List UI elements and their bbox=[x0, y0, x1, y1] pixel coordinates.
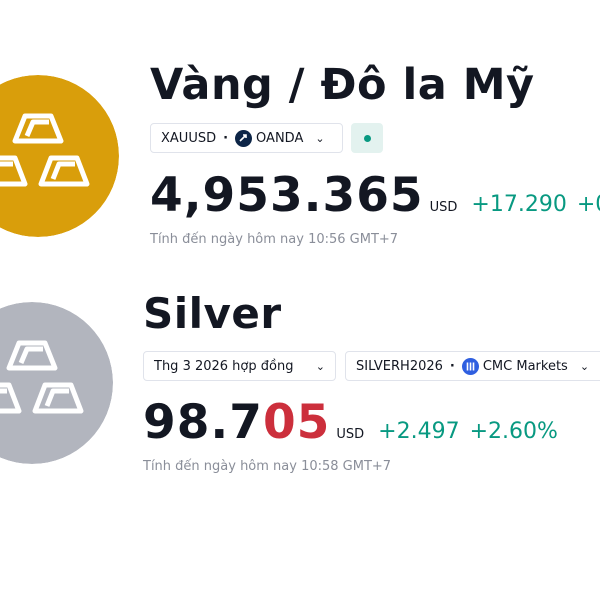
silver-symbol: SILVERH2026 bbox=[356, 358, 443, 374]
cmc-markets-provider-icon bbox=[461, 357, 479, 375]
silver-price-row: 98.705 USD +2.497 +2.60% bbox=[143, 395, 558, 450]
gold-updated-time: Tính đến ngày hôm nay 10:56 GMT+7 bbox=[150, 232, 399, 247]
gold-symbol: XAUUSD bbox=[161, 130, 217, 146]
gold-price-main: 4,953.365 bbox=[150, 168, 424, 223]
separator-dot-icon: · bbox=[223, 130, 229, 146]
silver-currency: USD bbox=[336, 427, 365, 442]
market-status-indicator[interactable] bbox=[351, 123, 383, 153]
gold-logo-icon bbox=[0, 75, 119, 237]
market-open-dot-icon bbox=[363, 134, 371, 142]
silver-provider: CMC Markets bbox=[482, 358, 568, 374]
gold-change-pct: +0.35% bbox=[576, 192, 600, 217]
gold-currency: USD bbox=[429, 200, 458, 215]
silver-contract-selector[interactable]: Thg 3 2026 hợp đồng ⌄ bbox=[143, 351, 336, 381]
silver-title: Silver bbox=[143, 289, 282, 338]
silver-change-abs: +2.497 bbox=[378, 419, 460, 444]
gold-price: 4,953.365 bbox=[150, 168, 424, 223]
silver-contract: Thg 3 2026 hợp đồng bbox=[154, 358, 294, 374]
silver-price: 98.705 bbox=[143, 395, 330, 450]
silver-logo-icon bbox=[0, 302, 113, 464]
gold-change-abs: +17.290 bbox=[471, 192, 567, 217]
silver-updated-time: Tính đến ngày hôm nay 10:58 GMT+7 bbox=[143, 459, 392, 474]
silver-change-pct: +2.60% bbox=[469, 419, 558, 444]
gold-symbol-selector[interactable]: XAUUSD · OANDA ⌄ bbox=[150, 123, 343, 153]
silver-symbol-selector[interactable]: SILVERH2026 · CMC Markets ⌄ bbox=[345, 351, 600, 381]
chevron-down-icon: ⌄ bbox=[315, 359, 325, 373]
chevron-down-icon: ⌄ bbox=[579, 359, 590, 373]
gold-provider: OANDA bbox=[256, 130, 304, 146]
chevron-down-icon: ⌄ bbox=[315, 131, 325, 145]
gold-price-row: 4,953.365 USD +17.290 +0.35% bbox=[150, 168, 600, 223]
separator-dot-icon: · bbox=[449, 358, 455, 374]
gold-title: Vàng / Đô la Mỹ bbox=[150, 60, 535, 110]
silver-price-main: 98.7 bbox=[143, 395, 263, 450]
page: Vàng / Đô la Mỹ XAUUSD · OANDA ⌄ 4,953.3… bbox=[0, 0, 600, 600]
silver-price-highlight: 05 bbox=[262, 395, 331, 450]
oanda-provider-icon bbox=[235, 129, 253, 147]
